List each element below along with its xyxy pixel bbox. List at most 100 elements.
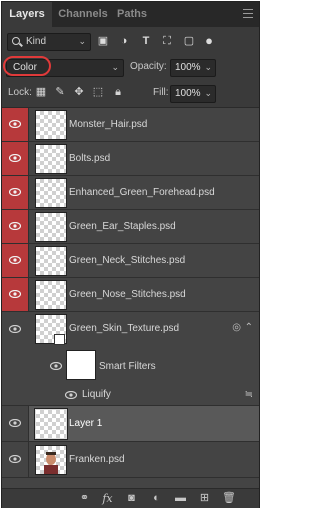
opacity-field[interactable]: 100% ⌄ <box>170 59 216 77</box>
tab-channels[interactable]: Channels <box>54 2 112 27</box>
visibility-toggle[interactable] <box>2 142 29 175</box>
layer-name: Green_Skin_Texture.psd <box>69 323 180 334</box>
filter-options-icon[interactable]: ≒ <box>245 389 253 400</box>
layer-thumbnail <box>35 445 67 475</box>
layers-toolbar: ⚭ fx ◙ ◐ ▬ ⊞ 🗑︎ <box>2 488 259 508</box>
search-icon <box>12 37 20 45</box>
opacity-value: 100% <box>175 62 201 73</box>
filter-row: Kind ⌄ ▣ ◑ T ⛶ ▢ ● <box>2 31 259 53</box>
layer-name: Enhanced_Green_Forehead.psd <box>69 187 215 198</box>
fx-icon[interactable]: fx <box>101 492 114 505</box>
layer-name: Green_Ear_Staples.psd <box>69 221 176 232</box>
tab-paths[interactable]: Paths <box>112 2 152 27</box>
filter-name: Liquify <box>82 389 111 400</box>
image-filter-icon[interactable]: ▣ <box>97 35 109 47</box>
layer-thumbnail <box>35 144 67 174</box>
tab-layers[interactable]: Layers <box>2 2 52 27</box>
eye-icon[interactable] <box>65 391 77 399</box>
smart-object-badge-icon <box>54 334 65 345</box>
layer-name: Monster_Hair.psd <box>69 119 148 130</box>
type-filter-icon[interactable]: T <box>140 35 152 47</box>
chevron-down-icon: ⌄ <box>204 88 212 98</box>
kind-label: Kind <box>26 36 47 47</box>
visibility-toggle[interactable] <box>2 442 29 477</box>
lock-image-icon[interactable]: ✎ <box>54 86 66 98</box>
lock-transparent-icon[interactable]: ▦ <box>35 86 47 98</box>
layer-name: Bolts.psd <box>69 153 111 164</box>
eye-icon <box>9 325 21 333</box>
visibility-toggle[interactable] <box>2 312 28 348</box>
link-layers-icon[interactable]: ⚭ <box>78 492 91 505</box>
layer-name: Franken.psd <box>69 454 125 465</box>
layer-row[interactable]: Enhanced_Green_Forehead.psd <box>2 176 259 210</box>
chevron-down-icon: ⌄ <box>111 62 119 72</box>
panel-menu-icon[interactable] <box>243 9 253 18</box>
trash-icon[interactable]: 🗑︎ <box>222 492 236 505</box>
layer-thumbnail <box>35 212 67 242</box>
visibility-toggle[interactable] <box>2 108 29 141</box>
layer-row[interactable]: Green_Nose_Stitches.psd <box>2 278 259 312</box>
layer-row[interactable]: Franken.psd <box>2 442 259 478</box>
layer-thumbnail <box>35 246 67 276</box>
adjustment-layer-icon[interactable]: ◐ <box>150 492 163 505</box>
eye-icon <box>9 222 21 230</box>
shape-filter-icon[interactable]: ⛶ <box>161 35 173 47</box>
visibility-toggle[interactable] <box>2 210 29 243</box>
visibility-toggle[interactable] <box>2 278 29 311</box>
filter-row-liquify[interactable]: Liquify ≒ <box>2 384 259 406</box>
layers-panel: Layers Channels Paths Kind ⌄ ▣ ◑ T ⛶ ▢ ●… <box>1 1 260 508</box>
tab-bar: Layers Channels Paths <box>2 2 259 27</box>
layer-thumbnail <box>35 409 67 439</box>
fill-label: Fill: <box>153 87 169 98</box>
lock-artboard-icon[interactable]: ⬚ <box>92 86 104 98</box>
collapse-chevron-icon[interactable]: ⌃ <box>245 322 253 333</box>
blend-mode-highlight <box>3 56 51 76</box>
layer-row[interactable]: Green_Ear_Staples.psd <box>2 210 259 244</box>
layer-row[interactable]: Green_Skin_Texture.psd ◎ ⌃ <box>2 312 259 348</box>
layer-row-selected[interactable]: Layer 1 <box>2 406 259 442</box>
eye-icon <box>9 455 21 463</box>
kind-filter-select[interactable]: Kind ⌄ <box>7 33 91 51</box>
filter-mask-thumbnail <box>66 350 96 380</box>
layer-thumbnail <box>35 178 67 208</box>
layer-name: Green_Nose_Stitches.psd <box>69 289 186 300</box>
new-group-icon[interactable]: ▬ <box>174 492 187 505</box>
eye-icon <box>9 419 21 427</box>
eye-icon <box>9 188 21 196</box>
layer-row[interactable]: Green_Neck_Stitches.psd <box>2 244 259 278</box>
visibility-toggle[interactable] <box>2 406 29 441</box>
blend-row: Color ⌄ Opacity: 100% ⌄ <box>2 56 259 78</box>
new-layer-icon[interactable]: ⊞ <box>198 492 211 505</box>
chevron-down-icon: ⌄ <box>78 36 86 46</box>
eye-icon <box>9 154 21 162</box>
portrait-thumbnail-icon <box>44 452 58 474</box>
lock-all-icon[interactable]: 🔒︎ <box>112 86 124 98</box>
lock-row: Lock: ▦ ✎ ✥ ⬚ 🔒︎ Fill: 100% ⌄ <box>2 84 259 104</box>
visibility-toggle[interactable] <box>2 176 29 209</box>
layer-row[interactable]: Bolts.psd <box>2 142 259 176</box>
layer-name: Green_Neck_Stitches.psd <box>69 255 186 266</box>
layers-list: Monster_Hair.psd Bolts.psd Enhanced_Gree… <box>2 107 259 488</box>
layer-thumbnail <box>35 280 67 310</box>
eye-icon <box>9 256 21 264</box>
layer-name: Layer 1 <box>69 418 103 429</box>
fill-value: 100% <box>175 88 201 99</box>
filter-toggle-icon[interactable]: ● <box>203 34 215 47</box>
layer-thumbnail <box>35 110 67 140</box>
smart-object-filter-icon[interactable]: ▢ <box>183 35 195 47</box>
layer-row[interactable]: Monster_Hair.psd <box>2 108 259 142</box>
fill-field[interactable]: 100% ⌄ <box>170 85 216 103</box>
eye-icon <box>9 120 21 128</box>
eye-icon <box>9 290 21 298</box>
lock-position-icon[interactable]: ✥ <box>73 86 85 98</box>
eye-icon[interactable] <box>50 362 62 370</box>
adjustment-filter-icon[interactable]: ◑ <box>118 35 130 47</box>
lock-label: Lock: <box>8 87 32 98</box>
smart-filter-indicator-icon: ◎ <box>232 322 241 333</box>
add-mask-icon[interactable]: ◙ <box>125 492 138 505</box>
opacity-label: Opacity: <box>130 61 167 72</box>
visibility-toggle[interactable] <box>2 244 29 277</box>
smart-filters-row[interactable]: Smart Filters <box>2 348 259 384</box>
chevron-down-icon: ⌄ <box>204 62 212 72</box>
smart-filters-label: Smart Filters <box>99 361 156 372</box>
